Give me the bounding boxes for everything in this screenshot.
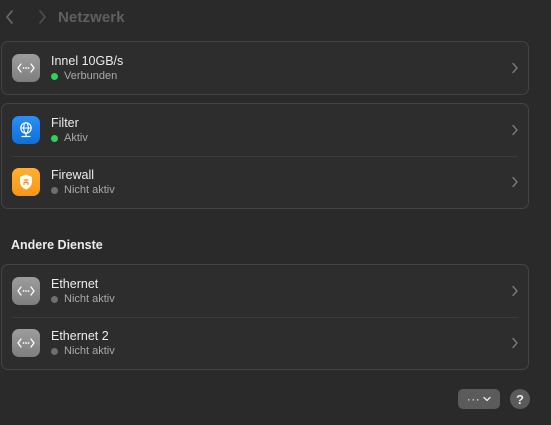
chevron-down-icon [483,396,491,402]
chevron-left-icon [5,10,13,24]
chevron-right-icon [512,337,518,349]
network-ellipsis-icon [12,277,40,305]
service-status: Aktiv [51,131,88,145]
chevron-right-icon [512,176,518,188]
service-status: Nicht aktiv [51,292,115,306]
connection-group-primary: Innel 10GB/s Verbunden [1,41,529,95]
more-actions-button[interactable]: ··· [458,389,500,409]
forward-button[interactable] [27,2,57,32]
service-title: Ethernet [51,277,99,291]
service-title: Firewall [51,168,95,182]
status-label: Nicht aktiv [64,293,115,305]
service-row-ethernet[interactable]: Ethernet Nicht aktiv [2,265,528,317]
service-status: Nicht aktiv [51,344,115,358]
status-dot-active [51,134,58,142]
service-title: Ethernet 2 [51,329,109,343]
chevron-right-icon [512,62,518,74]
status-dot-active [51,72,58,80]
page-title: Netzwerk [58,8,125,26]
toolbar: Netzwerk [0,0,551,34]
network-ellipsis-icon [12,54,40,82]
chevron-right-icon [512,124,518,136]
status-dot-inactive [51,347,58,355]
service-title: Innel 10GB/s [51,54,124,68]
status-label: Aktiv [64,132,88,144]
ellipsis-icon: ··· [466,392,481,406]
status-dot-inactive [51,295,58,303]
service-status: Nicht aktiv [51,183,115,197]
service-status: Verbunden [51,69,123,83]
status-label: Nicht aktiv [64,184,115,196]
status-dot-inactive [51,186,58,194]
shield-icon [12,168,40,196]
service-row-firewall[interactable]: Firewall Nicht aktiv [2,156,528,208]
service-row-filter[interactable]: Filter Aktiv [2,104,528,156]
back-button[interactable] [0,2,24,32]
chevron-right-icon [38,10,46,24]
connection-group-security: Filter Aktiv Firewall Nicht aktiv [1,103,529,209]
status-label: Verbunden [64,70,118,82]
network-ellipsis-icon [12,329,40,357]
section-title-other-services: Andere Dienste [11,238,103,252]
status-label: Nicht aktiv [64,345,115,357]
chevron-right-icon [512,285,518,297]
help-button[interactable]: ? [510,389,530,409]
globe-icon [12,116,40,144]
service-row-innel[interactable]: Innel 10GB/s Verbunden [2,42,528,94]
other-services-group: Ethernet Nicht aktiv Ethernet 2 Nicht ak… [1,264,529,370]
network-settings-page: Netzwerk Innel 10GB/s Verbunden Filter A… [0,0,551,425]
service-row-ethernet-2[interactable]: Ethernet 2 Nicht aktiv [2,317,528,369]
service-title: Filter [51,116,79,130]
